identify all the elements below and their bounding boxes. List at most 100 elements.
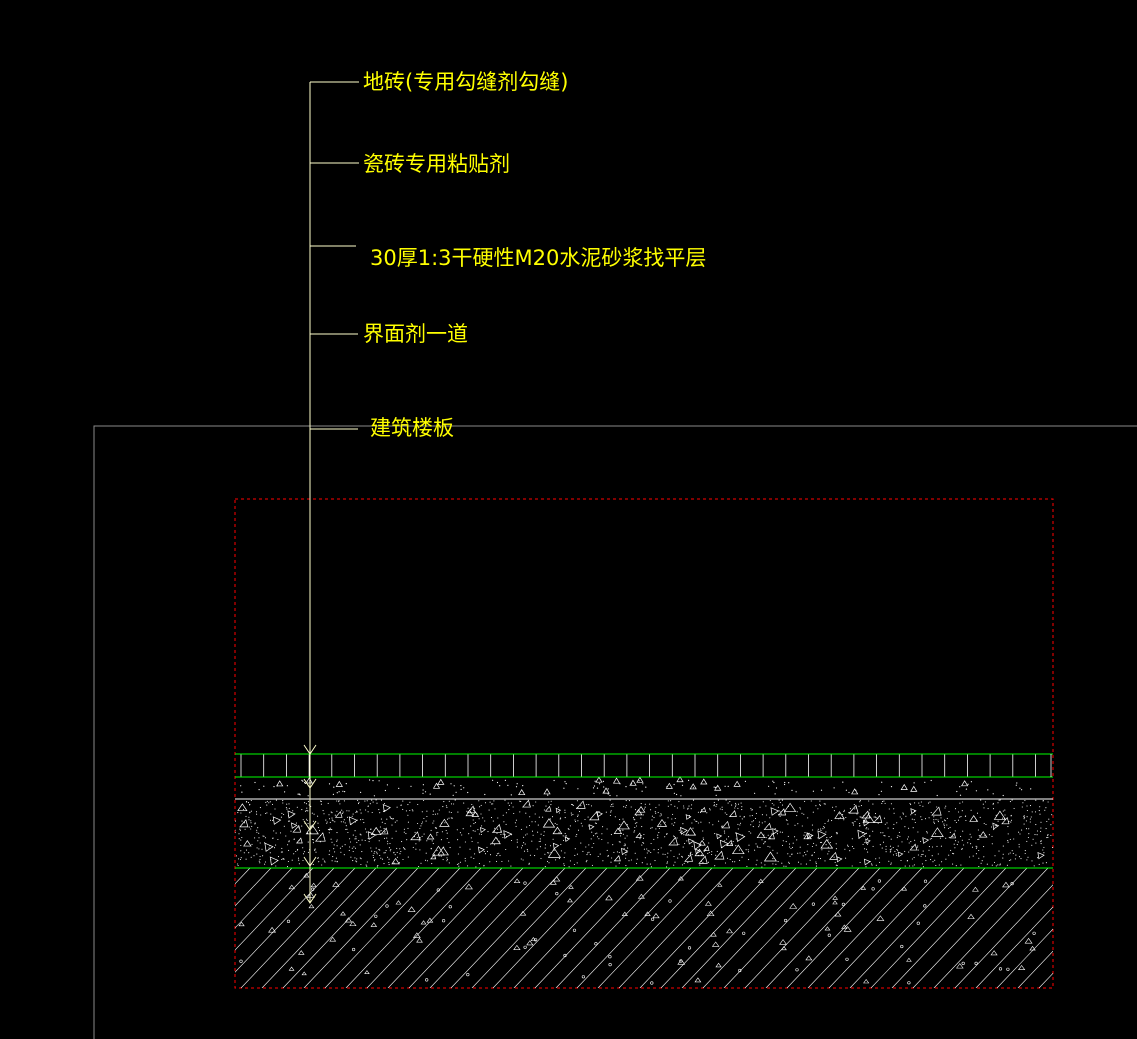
screed-dot [1042, 849, 1044, 851]
screed-dot [508, 860, 510, 862]
screed-dot [928, 846, 930, 848]
adhesive-dot [398, 787, 400, 790]
screed-dot [933, 819, 935, 821]
screed-dot [577, 820, 579, 822]
screed-dot [283, 825, 285, 827]
screed-dot [466, 810, 468, 812]
screed-aggregate [552, 826, 563, 835]
screed-dot [576, 862, 578, 864]
screed-dot [881, 801, 884, 803]
screed-dot [251, 825, 253, 827]
screed-dot [859, 822, 861, 825]
screed-aggregate [491, 823, 503, 833]
screed-dot [660, 824, 662, 826]
screed-dot [386, 818, 388, 820]
screed-dot [948, 827, 950, 830]
slab-aggregate [395, 900, 402, 905]
screed-dot [787, 853, 789, 855]
screed-dot [560, 843, 562, 845]
screed-dot [847, 844, 849, 846]
screed-dot [906, 860, 908, 862]
screed-dot [799, 807, 801, 809]
screed-dot [942, 821, 944, 823]
screed-dot [658, 827, 660, 829]
adhesive-dot [510, 794, 512, 796]
screed-dot [445, 805, 447, 807]
screed-dot [859, 824, 861, 827]
screed-dot [748, 859, 750, 861]
screed-dot [245, 815, 247, 817]
adhesive-dot [724, 785, 726, 787]
adhesive-aggregate [733, 780, 741, 787]
screed-dot [781, 862, 783, 864]
screed-dot [403, 828, 405, 830]
adhesive-dot [453, 785, 455, 787]
screed-dot [480, 833, 482, 836]
screed-aggregate [978, 831, 988, 838]
screed-dot [755, 812, 757, 814]
screed-dot [803, 834, 805, 836]
screed-dot [500, 833, 502, 836]
screed-dot [432, 810, 434, 812]
screed-dot [819, 805, 821, 807]
screed-dot [883, 817, 886, 819]
slab-pebble [845, 957, 849, 961]
screed-dot [635, 862, 638, 864]
screed-dot [997, 820, 999, 822]
screed-dot [961, 839, 963, 841]
screed-dot [988, 834, 990, 836]
screed-dot [692, 799, 695, 801]
screed-dot [272, 837, 274, 839]
screed-dot [623, 845, 625, 847]
screed-dot [980, 862, 982, 864]
screed-dot [261, 848, 263, 850]
screed-dot [378, 809, 380, 811]
screed-dot [486, 846, 488, 848]
screed-dot [239, 829, 241, 831]
adhesive-dot [263, 785, 265, 787]
screed-dot [548, 801, 550, 803]
screed-dot [1002, 845, 1004, 847]
screed-dot [472, 819, 474, 821]
screed-aggregate [542, 818, 556, 828]
screed-dot [684, 843, 686, 845]
screed-dot [772, 863, 774, 865]
screed-dot [379, 812, 381, 814]
screed-dot [788, 843, 791, 845]
adhesive-dot [602, 780, 605, 783]
adhesive-dot [547, 794, 549, 796]
screed-dot [496, 855, 498, 857]
adhesive-dot [328, 783, 331, 785]
screed-dot [657, 848, 659, 851]
screed-dot [764, 821, 766, 823]
screed-dot [490, 817, 493, 819]
screed-dot [734, 832, 737, 834]
screed-dot [263, 835, 265, 837]
screed-dot [955, 840, 957, 842]
screed-dot [445, 829, 447, 832]
screed-dot [690, 808, 692, 810]
screed-dot [395, 830, 397, 832]
screed-dot [326, 822, 328, 824]
screed-dot [328, 832, 330, 834]
slab-aggregate [779, 939, 787, 945]
slab-aggregate [568, 884, 574, 889]
screed-aggregate [703, 845, 710, 851]
screed-dot [615, 865, 617, 867]
screed-dot [379, 826, 381, 828]
screed-dot [564, 809, 566, 811]
screed-dot [326, 821, 328, 823]
screed-dot [912, 827, 914, 829]
screed-dot [827, 819, 830, 821]
screed-dot [235, 855, 238, 857]
screed-dot [477, 842, 479, 844]
screed-dot [449, 847, 451, 849]
screed-dot [960, 864, 962, 866]
screed-dot [761, 839, 763, 841]
adhesive-dot [1019, 787, 1021, 789]
screed-dot [423, 817, 425, 820]
screed-dot [354, 857, 356, 859]
screed-dot [625, 800, 627, 802]
screed-dot [1039, 813, 1041, 815]
screed-dot [712, 824, 714, 826]
